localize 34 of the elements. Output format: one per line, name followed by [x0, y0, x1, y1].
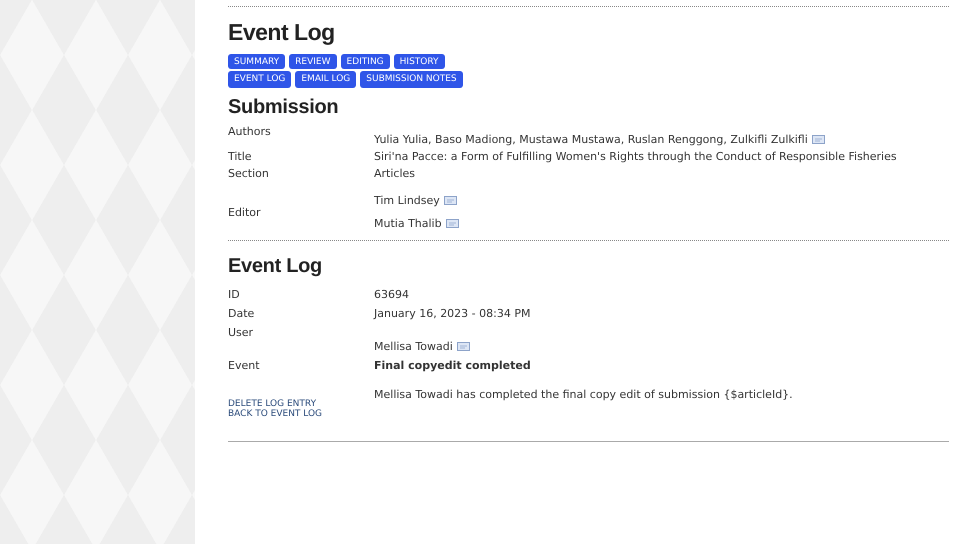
field-value: Articles [374, 167, 416, 180]
field-label: Event [228, 359, 261, 372]
field-label: Authors [228, 125, 272, 138]
tab-button[interactable]: EVENT LOG [228, 71, 292, 88]
field-value: Siri'na Pacce: a Form of Fulfilling Women's Rights through the Conduct of Responsible Fisheries [374, 150, 898, 163]
field-label: User [228, 326, 254, 341]
action-link[interactable]: DELETE LOG ENTRY [228, 399, 949, 409]
field-value: January 16, 2023 - 08:34 PM [374, 307, 532, 320]
field-label: Editor [228, 206, 262, 218]
tab-button[interactable]: SUMMARY [228, 54, 286, 69]
field-value: Yulia Yulia, Baso Madiong, Mustawa Mustawa, Ruslan Renggong, Zulkifli Zulkifli [374, 133, 949, 146]
tab-button[interactable]: EDITING [340, 54, 390, 69]
envelope-icon[interactable] [444, 196, 457, 205]
envelope-icon[interactable] [812, 135, 825, 144]
field-value: Tim Lindsey [374, 194, 949, 207]
field-value: Mutia Thalib [374, 217, 949, 230]
field-label: Section [228, 167, 270, 180]
tab-button[interactable]: REVIEW [289, 54, 337, 69]
event-name: Final copyedit completed [374, 359, 532, 372]
user-name: Mellisa Towadi [374, 340, 949, 353]
field-value: 63694 [374, 288, 410, 301]
page-title: Event Log [228, 19, 336, 46]
envelope-icon[interactable] [446, 219, 459, 228]
action-link[interactable]: BACK TO EVENT LOG [228, 409, 949, 419]
event-message: Mellisa Towadi has completed the final copy edit of submission {$articleId}. [374, 388, 794, 401]
tab-button[interactable]: EMAIL LOG [295, 71, 356, 88]
section-heading: Submission [228, 96, 340, 119]
tab-button[interactable]: SUBMISSION NOTES [360, 71, 463, 88]
section-heading: Event Log [228, 255, 323, 278]
field-label: ID [228, 288, 241, 301]
field-label: Date [228, 307, 256, 320]
tab-button[interactable]: HISTORY [394, 54, 445, 69]
envelope-icon[interactable] [456, 342, 470, 351]
field-label: Title [228, 150, 253, 163]
